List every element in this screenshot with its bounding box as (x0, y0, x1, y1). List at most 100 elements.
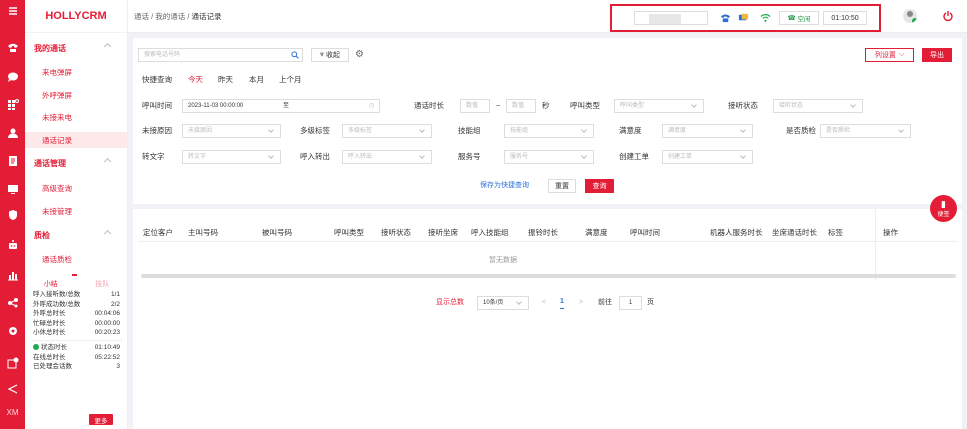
column-header[interactable]: 主叫号码 (188, 227, 218, 238)
breadcrumb-current: 通话记录 (191, 12, 222, 21)
export-button[interactable]: 导出 (922, 48, 952, 62)
nav-item-call-records[interactable]: 通话记录 (25, 132, 128, 148)
missed-reason-select[interactable]: 未接原因 (182, 124, 281, 138)
stat-row: 忙碌总时长 00:00:00 (25, 319, 128, 329)
column-header[interactable]: 被叫号码 (262, 227, 292, 238)
power-icon[interactable] (942, 10, 954, 22)
skill-group-select[interactable]: 技能组 (504, 124, 594, 138)
quick-last-month[interactable]: 上个月 (279, 74, 302, 86)
nav-group-quality[interactable]: 质检 (25, 227, 128, 243)
column-header[interactable]: 呼入技能组 (471, 227, 509, 238)
top-bar: 通话 / 我的通话 / 通话记录 ☎ 空闲 01:10:50 (128, 0, 967, 33)
horizontal-scrollbar[interactable] (141, 274, 956, 278)
agent-status-label: 空闲 (797, 16, 811, 23)
call-type-select[interactable]: 呼叫类型 (614, 99, 704, 113)
ticket-select[interactable]: 创建工单 (662, 150, 753, 164)
phone-icon[interactable] (0, 38, 25, 56)
card-icon[interactable] (738, 12, 749, 23)
search-input[interactable]: 搜索电话号码 (138, 48, 303, 62)
prev-page-icon[interactable]: < (542, 296, 546, 310)
answer-status-select[interactable]: 接听状态 (773, 99, 863, 113)
column-header[interactable]: 标签 (828, 227, 843, 238)
filter-icon: ⩔ (320, 51, 324, 58)
bookmark-icon: ▮ (941, 198, 946, 209)
calendar-icon[interactable] (0, 354, 25, 372)
gear-icon[interactable]: ⚙ (355, 49, 364, 60)
stat-value: 2/2 (110, 300, 120, 308)
column-header[interactable]: 定位客户 (143, 227, 173, 238)
nav-item-incoming-popup[interactable]: 来电弹屏 (25, 64, 128, 80)
reset-button[interactable]: 重置 (548, 179, 576, 193)
tags-select[interactable]: 多级标签 (342, 124, 432, 138)
tab-team[interactable]: 技队 (95, 279, 109, 289)
breadcrumb-item[interactable]: 通话 (134, 12, 149, 21)
nav-group-my-calls[interactable]: 我的通话 (25, 40, 128, 56)
quick-query-label: 快捷查询 (142, 75, 172, 84)
column-header[interactable]: 坐席通话时长 (772, 227, 817, 238)
nav-item-outbound-popup[interactable]: 外呼弹屏 (25, 87, 128, 103)
quick-today[interactable]: 今天 (188, 74, 203, 86)
breadcrumb-item[interactable]: 我的通话 (155, 12, 185, 21)
column-settings-button[interactable]: 列设置 ⌵ (865, 48, 914, 62)
dial-icon[interactable] (720, 12, 731, 23)
monitor-icon[interactable] (0, 180, 25, 198)
document-icon[interactable] (0, 152, 25, 170)
nav-item-missed-calls[interactable]: 未接来电 (25, 109, 128, 125)
goto-page-input[interactable]: 1 (619, 296, 642, 310)
column-header[interactable]: 机器人服务时长 (710, 227, 763, 238)
stat-row: 已处理会话数 3 (25, 362, 128, 372)
column-header[interactable]: 接听状态 (381, 227, 411, 238)
menu-icon[interactable] (0, 2, 25, 20)
column-header[interactable]: 满意度 (585, 227, 608, 238)
query-button[interactable]: 查询 (585, 179, 614, 193)
share-icon[interactable] (0, 294, 25, 312)
current-page[interactable]: 1 (560, 296, 564, 309)
grid-icon[interactable] (0, 96, 25, 114)
brand-logo: HOLLYCRM (25, 0, 127, 33)
nav-item-advanced-search[interactable]: 高级查询 (25, 180, 128, 196)
user-icon[interactable] (0, 124, 25, 142)
chart-icon[interactable] (0, 266, 25, 284)
settings-icon[interactable] (0, 322, 25, 340)
agent-status[interactable]: ☎ 空闲 (779, 11, 819, 25)
collapse-button[interactable]: ⩔ 收起 (311, 48, 349, 62)
call-time-range[interactable]: 2023-11-03 00:00:00 至 ◷ (182, 99, 380, 113)
send-icon[interactable] (0, 380, 25, 398)
page-size-select[interactable]: 10条/页 (477, 296, 529, 310)
nav-group-call-management[interactable]: 通话管理 (25, 155, 128, 171)
chevron-up-icon (103, 42, 112, 51)
shield-icon[interactable] (0, 206, 25, 224)
call-time-start: 2023-11-03 00:00:00 (188, 103, 244, 109)
save-quick-query-link[interactable]: 保存为快捷查询 (480, 179, 529, 193)
stat-label: 状态时长 (41, 343, 67, 351)
more-button[interactable]: 更多 (89, 414, 113, 425)
column-header[interactable]: 呼叫类型 (334, 227, 364, 238)
robot-icon[interactable] (0, 236, 25, 254)
notes-button[interactable]: ▮ 便签 (930, 195, 957, 222)
column-header[interactable]: 操作 (883, 227, 898, 238)
service-number-select[interactable]: 服务号 (504, 150, 594, 164)
column-header[interactable]: 呼叫时间 (630, 227, 660, 238)
column-header[interactable]: 振铃时长 (528, 227, 558, 238)
duration-min-input[interactable]: 数值 (460, 99, 490, 113)
stat-label: 外呼总时长 (33, 310, 66, 318)
satisfaction-select[interactable]: 满意度 (662, 124, 753, 138)
next-page-icon[interactable]: > (579, 296, 583, 310)
quick-yesterday[interactable]: 昨天 (218, 74, 233, 86)
transcribe-select[interactable]: 转文字 (182, 150, 281, 164)
search-icon[interactable] (291, 51, 299, 59)
qc-label: 是否质检 (786, 126, 816, 135)
phone-number-input[interactable] (634, 11, 708, 25)
chat-icon[interactable] (0, 68, 25, 86)
transfer-select[interactable]: 呼入转出 (342, 150, 432, 164)
quick-this-month[interactable]: 本月 (249, 74, 264, 86)
avatar[interactable] (903, 9, 917, 23)
duration-max-input[interactable]: 数值 (506, 99, 536, 113)
clock-icon: ◷ (368, 103, 374, 109)
range-dash: ~ (496, 101, 501, 110)
nav-item-call-qc[interactable]: 通话质检 (25, 251, 128, 267)
column-header[interactable]: 接听坐席 (428, 227, 458, 238)
qc-select[interactable]: 是否质检 (820, 124, 911, 138)
tab-summary[interactable]: 小结 (44, 279, 58, 289)
nav-item-missed-management[interactable]: 未接管理 (25, 203, 128, 219)
